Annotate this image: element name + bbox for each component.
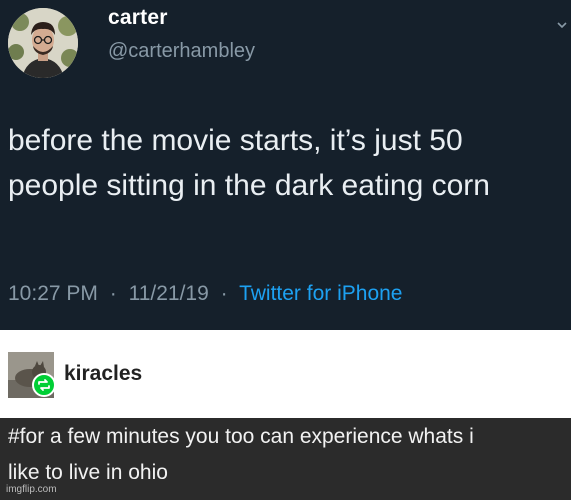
reblog-icon [32,373,56,397]
meta-separator: · [220,282,228,305]
profile-photo-icon [8,8,78,78]
tweet-date[interactable]: 11/21/19 [129,282,209,305]
watermark: imgflip.com [6,484,57,495]
tweet-metadata: 10:27 PM · 11/21/19 · Twitter for iPhone [8,282,402,306]
tweet-avatar[interactable] [8,8,78,78]
post-tags: #for a few minutes you too can experienc… [0,418,571,500]
reblog-header: kiracles [0,330,571,418]
tweet-handle[interactable]: @carterhambley [108,40,255,63]
tweet-card: carter @carterhambley before the movie s… [0,0,571,330]
meme-image: carter @carterhambley before the movie s… [0,0,571,500]
tweet-source-link[interactable]: Twitter for iPhone [239,282,402,305]
tweet-display-name[interactable]: carter [108,6,168,30]
tweet-text: before the movie starts, it’s just 50 pe… [8,118,568,208]
chevron-down-icon[interactable] [556,18,568,30]
reblog-username[interactable]: kiracles [64,362,142,386]
meta-separator: · [109,282,117,305]
tweet-text-line: people sitting in the dark eating corn [8,169,490,202]
tag-text[interactable]: #for a few minutes you too can experienc… [8,420,474,454]
tweet-time[interactable]: 10:27 PM [8,282,98,305]
tweet-text-line: before the movie starts, it’s just 50 [8,124,463,157]
